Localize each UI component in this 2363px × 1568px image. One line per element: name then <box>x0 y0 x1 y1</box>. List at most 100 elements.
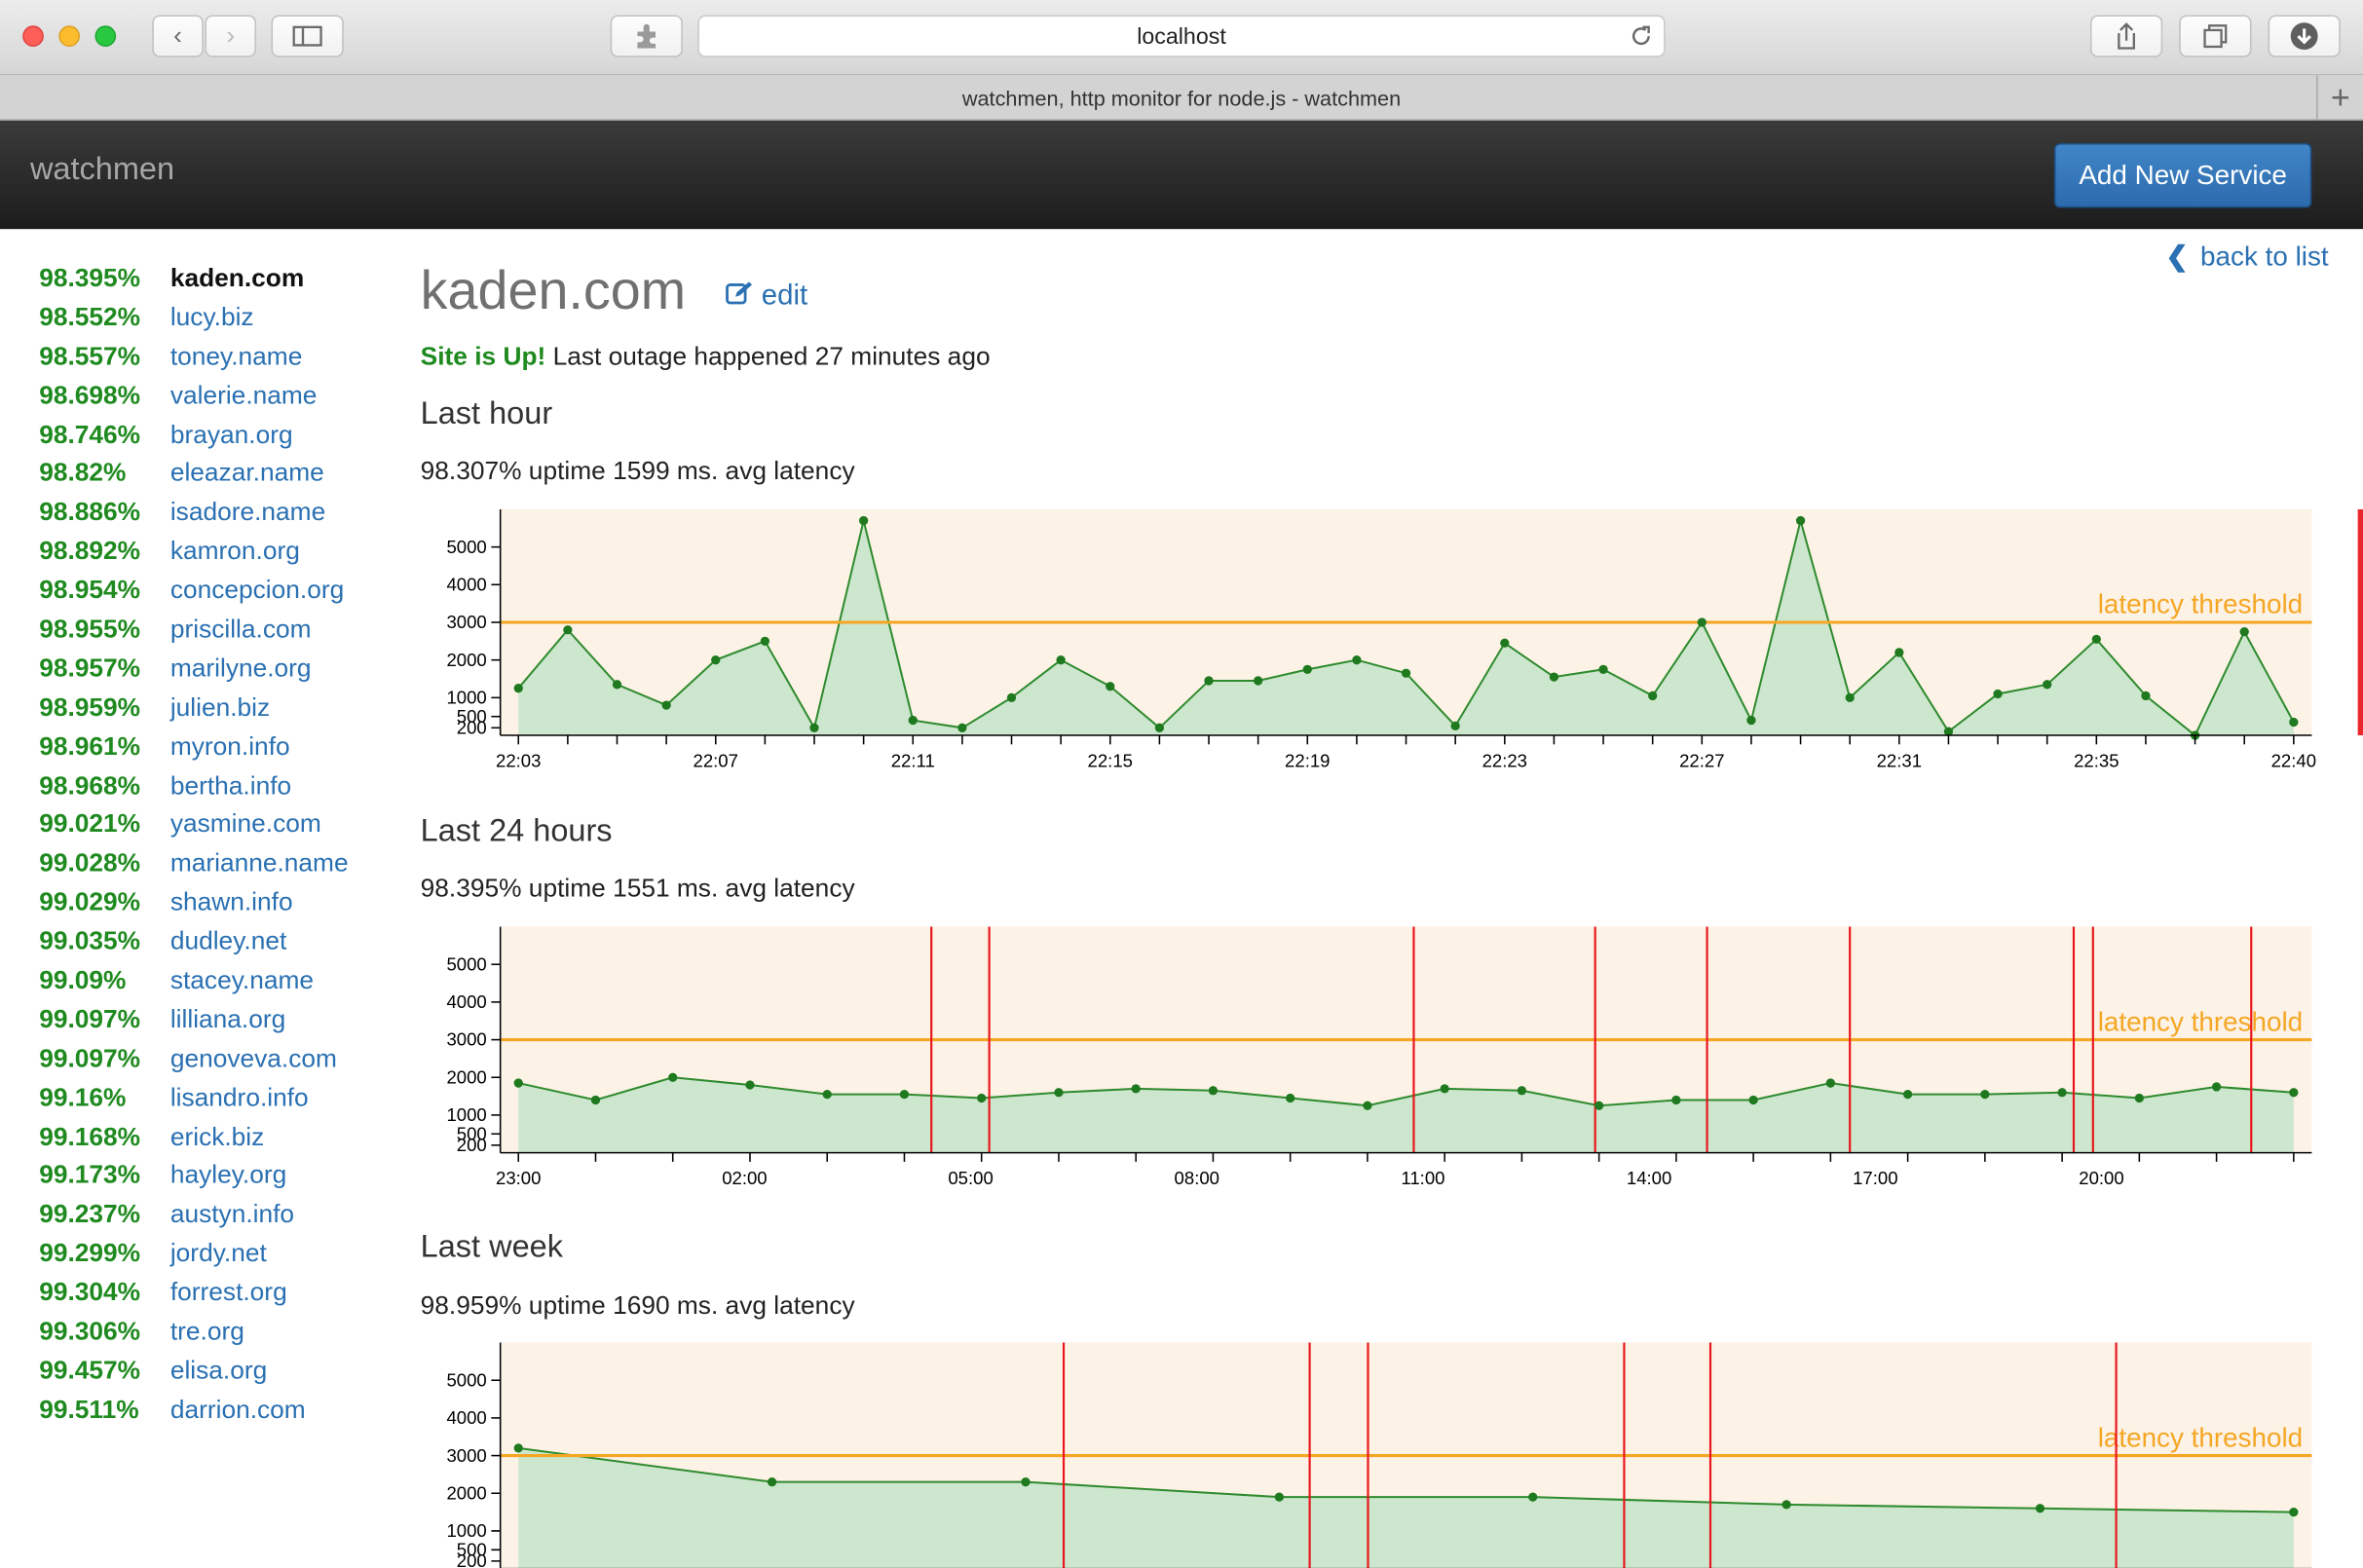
service-name-link[interactable]: darrion.com <box>170 1395 306 1423</box>
service-list-item[interactable]: 98.961% myron.info <box>39 728 386 766</box>
address-bar[interactable]: localhost <box>697 15 1666 57</box>
section-heading-week: Last week <box>420 1229 563 1265</box>
service-name-link[interactable]: isadore.name <box>170 498 325 526</box>
service-list-item[interactable]: 99.304% forrest.org <box>39 1274 386 1313</box>
data-point <box>1021 1477 1031 1487</box>
data-point <box>1106 682 1115 691</box>
service-name-link[interactable]: yasmine.com <box>170 810 321 839</box>
service-name-link[interactable]: bertha.info <box>170 771 291 800</box>
data-point <box>1549 672 1559 682</box>
x-tick-label: 22:11 <box>891 751 935 771</box>
data-point <box>1598 664 1608 674</box>
service-name-link[interactable]: toney.name <box>170 342 303 370</box>
service-list-item[interactable]: 99.173% hayley.org <box>39 1156 386 1195</box>
data-point <box>1401 668 1411 678</box>
service-list-item[interactable]: 98.552% lucy.biz <box>39 298 386 337</box>
service-list-item[interactable]: 98.82% eleazar.name <box>39 454 386 493</box>
threshold-label: latency threshold <box>2098 589 2303 619</box>
service-name-link[interactable]: kamron.org <box>170 537 300 565</box>
service-list-item[interactable]: 99.028% marianne.name <box>39 844 386 883</box>
service-name-link[interactable]: genoveva.com <box>170 1044 337 1072</box>
service-name-link[interactable]: jordy.net <box>170 1239 267 1267</box>
service-name-link[interactable]: valerie.name <box>170 381 318 409</box>
service-list-item[interactable]: 99.16% lisandro.info <box>39 1078 386 1117</box>
forward-nav-button[interactable]: › <box>205 15 257 57</box>
service-name-link[interactable]: forrest.org <box>170 1278 287 1306</box>
extension-button[interactable] <box>610 15 683 57</box>
add-new-service-button[interactable]: Add New Service <box>2053 142 2312 208</box>
service-name-link[interactable]: tre.org <box>170 1317 244 1345</box>
edit-icon <box>726 281 753 305</box>
service-name-link[interactable]: marianne.name <box>170 849 349 877</box>
service-list-item[interactable]: 98.746% brayan.org <box>39 415 386 454</box>
service-list-item[interactable]: 98.959% julien.biz <box>39 689 386 728</box>
service-list-item[interactable]: 98.892% kamron.org <box>39 533 386 572</box>
edit-link[interactable]: edit <box>725 280 807 314</box>
service-name-link[interactable]: hayley.org <box>170 1161 286 1189</box>
tab-title: watchmen, http monitor for node.js - wat… <box>961 86 1402 110</box>
service-name-link[interactable]: shawn.info <box>170 888 293 916</box>
service-name-link[interactable]: lucy.biz <box>170 303 254 331</box>
x-tick-label: 08:00 <box>1175 1168 1219 1188</box>
y-tick-label: 500 <box>457 706 487 727</box>
service-list-item[interactable]: 99.021% yasmine.com <box>39 805 386 844</box>
service-name-link[interactable]: marilyne.org <box>170 653 312 682</box>
service-name-link[interactable]: lilliana.org <box>170 1005 285 1033</box>
minimize-window-button[interactable] <box>58 25 81 47</box>
site-status: Site is Up! Last outage happened 27 minu… <box>421 342 991 372</box>
back-nav-button[interactable]: ‹ <box>152 15 204 57</box>
service-list-item[interactable]: 98.395% kaden.com <box>39 259 386 298</box>
share-button[interactable] <box>2089 15 2163 57</box>
service-list-item[interactable]: 99.168% erick.biz <box>39 1117 386 1156</box>
new-tab-icon[interactable]: + <box>2316 75 2363 121</box>
zoom-window-button[interactable] <box>94 25 117 47</box>
service-uptime: 98.746% <box>39 419 141 449</box>
data-point <box>1440 1084 1449 1094</box>
service-list-item[interactable]: 99.306% tre.org <box>39 1313 386 1352</box>
service-name-link[interactable]: brayan.org <box>170 420 293 448</box>
service-list-item[interactable]: 98.957% marilyne.org <box>39 650 386 689</box>
service-list-item[interactable]: 99.237% austyn.info <box>39 1196 386 1235</box>
service-list-item[interactable]: 98.955% priscilla.com <box>39 611 386 650</box>
service-list-item[interactable]: 99.097% lilliana.org <box>39 1000 386 1039</box>
service-list-item[interactable]: 98.698% valerie.name <box>39 376 386 415</box>
service-list-item[interactable]: 99.457% elisa.org <box>39 1352 386 1391</box>
service-list-item[interactable]: 98.954% concepcion.org <box>39 572 386 611</box>
service-list-item[interactable]: 98.968% bertha.info <box>39 766 386 805</box>
service-list-item[interactable]: 99.097% genoveva.com <box>39 1039 386 1078</box>
service-list-item[interactable]: 98.557% toney.name <box>39 337 386 376</box>
tabs-overview-button[interactable] <box>2179 15 2252 57</box>
service-name-link[interactable]: kaden.com <box>170 264 304 292</box>
service-name-link[interactable]: erick.biz <box>170 1122 264 1150</box>
service-name-link[interactable]: eleazar.name <box>170 459 324 487</box>
service-name-link[interactable]: elisa.org <box>170 1356 267 1384</box>
brand-logo[interactable]: watchmen <box>30 152 174 188</box>
service-name-link[interactable]: austyn.info <box>170 1200 294 1228</box>
reload-icon[interactable] <box>1628 22 1655 50</box>
service-name-link[interactable]: lisandro.info <box>170 1083 309 1111</box>
data-point <box>1671 1095 1681 1105</box>
close-window-button[interactable] <box>22 25 44 47</box>
data-point <box>2289 1088 2299 1098</box>
service-name-link[interactable]: stacey.name <box>170 966 314 994</box>
service-uptime: 98.955% <box>39 615 141 644</box>
downloads-button[interactable] <box>2268 15 2341 57</box>
data-point <box>2057 1088 2067 1098</box>
data-point <box>858 515 869 526</box>
browser-tab[interactable]: watchmen, http monitor for node.js - wat… <box>0 75 2363 121</box>
service-list-item[interactable]: 98.886% isadore.name <box>39 493 386 532</box>
service-list-item[interactable]: 99.029% shawn.info <box>39 883 386 922</box>
service-list-item[interactable]: 99.09% stacey.name <box>39 961 386 1000</box>
service-name-link[interactable]: priscilla.com <box>170 615 312 643</box>
service-list-item[interactable]: 99.511% darrion.com <box>39 1391 386 1430</box>
back-to-list-link[interactable]: ❮ back to list <box>2165 242 2328 273</box>
service-uptime: 98.959% <box>39 692 141 722</box>
service-name-link[interactable]: concepcion.org <box>170 576 344 604</box>
service-uptime: 98.968% <box>39 770 141 800</box>
service-list-item[interactable]: 99.035% dudley.net <box>39 922 386 961</box>
service-name-link[interactable]: julien.biz <box>170 692 270 721</box>
service-name-link[interactable]: dudley.net <box>170 927 286 955</box>
sidebar-toggle-button[interactable] <box>271 15 344 57</box>
service-name-link[interactable]: myron.info <box>170 731 290 760</box>
service-list-item[interactable]: 99.299% jordy.net <box>39 1235 386 1274</box>
